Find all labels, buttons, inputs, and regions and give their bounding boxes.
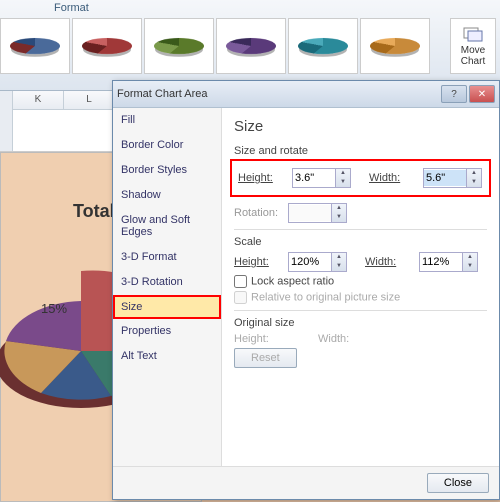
chart-style-5[interactable]: [288, 18, 358, 74]
nav-fill[interactable]: Fill: [113, 108, 221, 133]
group-scale: Scale: [234, 236, 487, 248]
format-chart-area-dialog: Format Chart Area ? ✕ Fill Border Color …: [112, 80, 500, 500]
height-spinner[interactable]: ▲▼: [292, 168, 351, 188]
lock-aspect-checkbox[interactable]: [234, 275, 247, 288]
column-header-k[interactable]: K: [13, 91, 64, 110]
chart-style-1[interactable]: [0, 18, 70, 74]
orig-width-label: Width:: [318, 333, 366, 345]
nav-glow[interactable]: Glow and Soft Edges: [113, 208, 221, 245]
width-label: Width:: [369, 172, 417, 184]
nav-alt-text[interactable]: Alt Text: [113, 344, 221, 369]
rotation-input: [289, 205, 331, 221]
move-chart-button[interactable]: Move Chart: [450, 18, 496, 74]
slice-label: 15%: [41, 301, 67, 316]
ribbon: Format Move Chart: [0, 0, 500, 91]
nav-size[interactable]: Size: [113, 295, 221, 319]
pane-heading: Size: [234, 118, 487, 135]
rotation-label: Rotation:: [234, 207, 282, 219]
height-input[interactable]: [293, 170, 335, 186]
dialog-footer: Close: [113, 466, 499, 499]
relative-size-label: Relative to original picture size: [251, 291, 400, 303]
orig-height-label: Height:: [234, 333, 282, 345]
close-icon[interactable]: ✕: [469, 85, 495, 103]
chart-style-4[interactable]: [216, 18, 286, 74]
chart-style-3[interactable]: [144, 18, 214, 74]
size-rotate-highlight: Height: ▲▼ Width: ▲▼: [230, 159, 491, 197]
chart-title: Total: [73, 201, 115, 222]
rotation-spinner: ▲▼: [288, 203, 347, 223]
spinner-arrows-icon[interactable]: ▲▼: [335, 169, 350, 187]
dialog-title: Format Chart Area: [117, 88, 207, 100]
nav-shadow[interactable]: Shadow: [113, 183, 221, 208]
spinner-arrows-icon[interactable]: ▲▼: [331, 253, 346, 271]
close-button[interactable]: Close: [427, 473, 489, 493]
width-spinner[interactable]: ▲▼: [423, 168, 482, 188]
scale-width-input[interactable]: [420, 254, 462, 270]
nav-properties[interactable]: Properties: [113, 319, 221, 344]
move-chart-label: Move Chart: [461, 45, 485, 67]
group-size-rotate: Size and rotate: [234, 145, 487, 157]
nav-3d-format[interactable]: 3-D Format: [113, 245, 221, 270]
column-header-l[interactable]: L: [64, 91, 115, 110]
ribbon-tab-format[interactable]: Format: [54, 2, 89, 14]
scale-width-label: Width:: [365, 256, 413, 268]
scale-height-input[interactable]: [289, 254, 331, 270]
reset-button: Reset: [234, 348, 297, 368]
chart-style-2[interactable]: [72, 18, 142, 74]
relative-size-checkbox: [234, 291, 247, 304]
help-button[interactable]: ?: [441, 85, 467, 103]
width-input[interactable]: [424, 170, 466, 186]
dialog-titlebar[interactable]: Format Chart Area ? ✕: [113, 81, 499, 108]
scale-height-spinner[interactable]: ▲▼: [288, 252, 347, 272]
spinner-arrows-icon[interactable]: ▲▼: [462, 253, 477, 271]
chart-style-6[interactable]: [360, 18, 430, 74]
nav-3d-rotation[interactable]: 3-D Rotation: [113, 270, 221, 295]
dialog-nav: Fill Border Color Border Styles Shadow G…: [113, 108, 222, 466]
group-original-size: Original size: [234, 317, 487, 329]
nav-border-styles[interactable]: Border Styles: [113, 158, 221, 183]
nav-border-color[interactable]: Border Color: [113, 133, 221, 158]
spinner-arrows-icon: ▲▼: [331, 204, 346, 222]
lock-aspect-label: Lock aspect ratio: [251, 275, 334, 287]
scale-height-label: Height:: [234, 256, 282, 268]
move-chart-icon: [463, 25, 483, 43]
chart-styles-gallery: [0, 18, 430, 74]
height-label: Height:: [238, 172, 286, 184]
size-pane: Size Size and rotate Height: ▲▼ Width: ▲…: [222, 108, 499, 466]
spinner-arrows-icon[interactable]: ▲▼: [466, 169, 481, 187]
scale-width-spinner[interactable]: ▲▼: [419, 252, 478, 272]
